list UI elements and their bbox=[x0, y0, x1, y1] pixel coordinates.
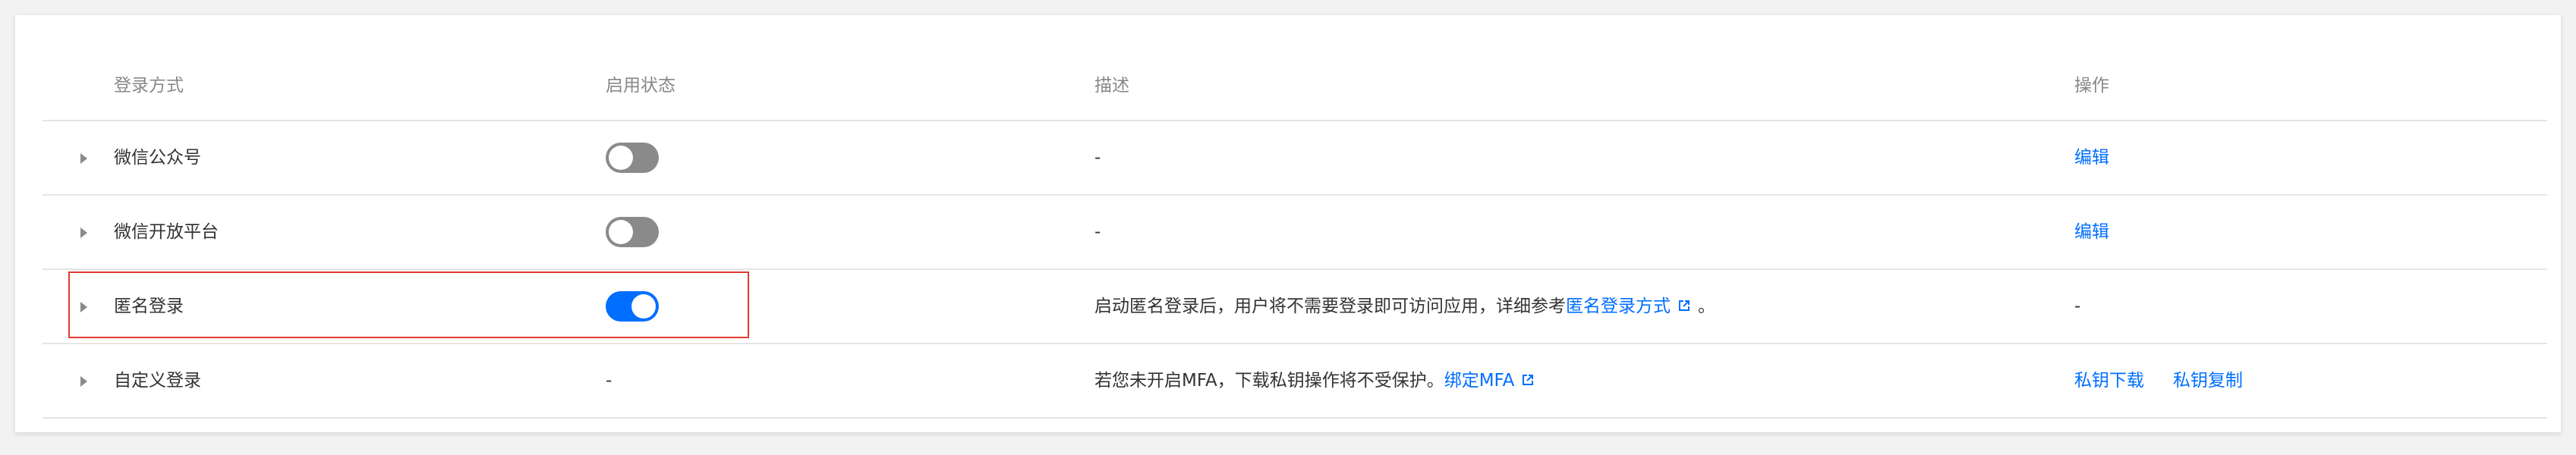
row-description: 启动匿名登录后，用户将不需要登录即可访问应用，详细参考匿名登录方式 。 bbox=[1094, 270, 1715, 343]
row-description: - bbox=[1094, 222, 1101, 242]
toggle-knob bbox=[609, 220, 633, 244]
table-header: 登录方式 启用状态 描述 操作 bbox=[43, 52, 2547, 121]
table-row: 自定义登录 - 若您未开启MFA，下载私钥操作将不受保护。绑定MFA 私钥下载私… bbox=[43, 344, 2547, 419]
expand-caret-icon[interactable] bbox=[80, 270, 87, 343]
toggle-knob bbox=[631, 294, 656, 318]
description-text: 启动匿名登录后，用户将不需要登录即可访问应用，详细参考 bbox=[1094, 297, 1566, 316]
external-link-icon[interactable] bbox=[1677, 298, 1692, 313]
enable-toggle[interactable] bbox=[606, 217, 659, 247]
row-name: 自定义登录 bbox=[114, 371, 201, 391]
private-key-copy-link[interactable]: 私钥复制 bbox=[2173, 371, 2243, 391]
login-methods-table: 登录方式 启用状态 描述 操作 微信公众号 - 编辑 微信开放平台 - 编辑 匿… bbox=[43, 52, 2547, 419]
row-name: 匿名登录 bbox=[114, 297, 184, 316]
enable-toggle[interactable] bbox=[606, 143, 659, 173]
table-row: 微信公众号 - 编辑 bbox=[43, 121, 2547, 196]
expand-caret-icon[interactable] bbox=[80, 344, 87, 417]
private-key-download-link[interactable]: 私钥下载 bbox=[2074, 371, 2144, 391]
status-placeholder: - bbox=[606, 371, 613, 391]
header-method: 登录方式 bbox=[114, 76, 184, 96]
action-placeholder: - bbox=[2074, 297, 2081, 316]
edit-link[interactable]: 编辑 bbox=[2074, 196, 2109, 268]
description-suffix: 。 bbox=[1698, 297, 1715, 316]
table-row: 微信开放平台 - 编辑 bbox=[43, 196, 2547, 270]
row-description: 若您未开启MFA，下载私钥操作将不受保护。绑定MFA bbox=[1094, 344, 1535, 417]
row-description: - bbox=[1094, 148, 1101, 168]
row-actions: 私钥下载 私钥复制 bbox=[2074, 344, 2243, 417]
expand-caret-icon[interactable] bbox=[80, 121, 87, 194]
login-methods-card: 登录方式 启用状态 描述 操作 微信公众号 - 编辑 微信开放平台 - 编辑 匿… bbox=[15, 15, 2561, 432]
external-link-icon[interactable] bbox=[1520, 372, 1535, 388]
row-name: 微信开放平台 bbox=[114, 222, 219, 242]
header-actions: 操作 bbox=[2074, 76, 2109, 96]
edit-link[interactable]: 编辑 bbox=[2074, 121, 2109, 194]
header-status: 启用状态 bbox=[606, 76, 675, 96]
description-text: 若您未开启MFA，下载私钥操作将不受保护。 bbox=[1094, 371, 1444, 391]
expand-caret-icon[interactable] bbox=[80, 196, 87, 268]
anonymous-login-doc-link[interactable]: 匿名登录方式 bbox=[1566, 297, 1671, 316]
table-row: 匿名登录 启动匿名登录后，用户将不需要登录即可访问应用，详细参考匿名登录方式 。… bbox=[43, 270, 2547, 344]
toggle-knob bbox=[609, 146, 633, 170]
bind-mfa-link[interactable]: 绑定MFA bbox=[1444, 371, 1515, 391]
enable-toggle[interactable] bbox=[606, 291, 659, 322]
header-description: 描述 bbox=[1094, 76, 1129, 96]
row-name: 微信公众号 bbox=[114, 148, 201, 168]
